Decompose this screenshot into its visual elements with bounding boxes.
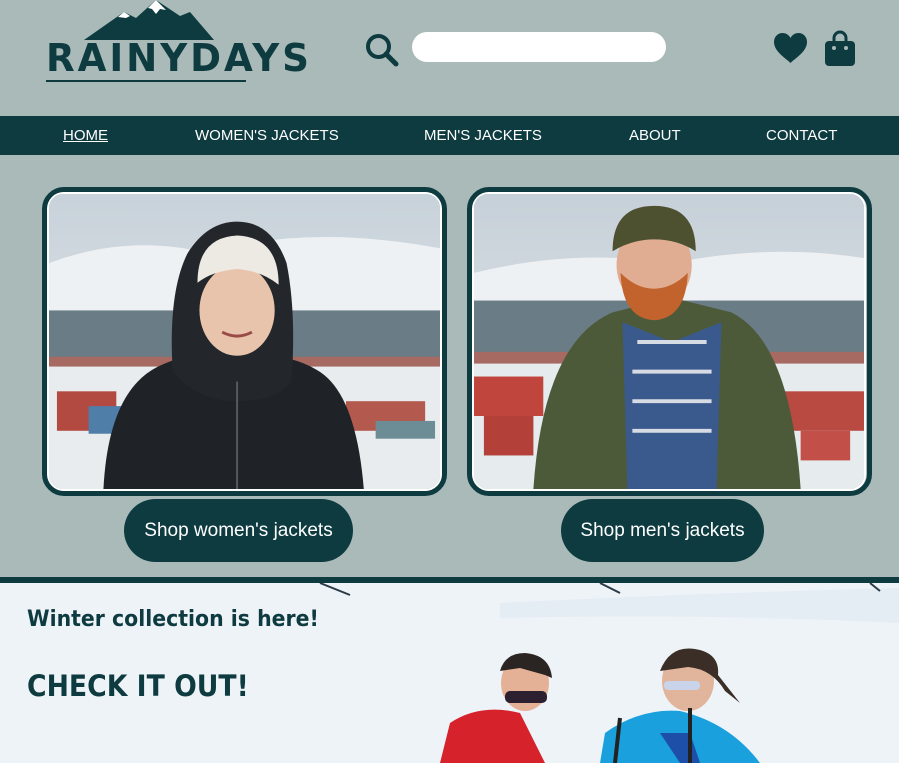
mens-jackets-card[interactable]: [467, 187, 872, 496]
brand-logo[interactable]: RAINYDAYS: [44, 0, 309, 86]
nav-item-mens-jackets[interactable]: MEN'S JACKETS: [424, 127, 542, 144]
shop-womens-jackets-button[interactable]: Shop women's jackets: [124, 499, 353, 562]
search-icon[interactable]: [364, 32, 400, 68]
heart-icon[interactable]: [773, 32, 808, 64]
winter-collection-hero[interactable]: Winter collection is here! CHECK IT OUT!: [0, 583, 899, 763]
nav-item-contact[interactable]: CONTACT: [766, 127, 837, 144]
hero-subtitle: Winter collection is here!: [27, 607, 319, 632]
nav-item-womens-jackets[interactable]: WOMEN'S JACKETS: [195, 127, 339, 144]
womens-jacket-photo: [47, 192, 442, 491]
logo-underline: [46, 80, 246, 82]
search-input[interactable]: [412, 32, 666, 62]
shopping-bag-icon[interactable]: [825, 30, 855, 66]
womens-jackets-card[interactable]: [42, 187, 447, 496]
mountain-icon: [84, 0, 214, 40]
site-header: RAINYDAYS: [0, 0, 899, 116]
brand-name: RAINYDAYS: [46, 36, 312, 80]
main-nav: HOME WOMEN'S JACKETS MEN'S JACKETS ABOUT…: [0, 116, 899, 155]
shop-mens-jackets-button[interactable]: Shop men's jackets: [561, 499, 764, 562]
hero-title: CHECK IT OUT!: [27, 669, 249, 703]
nav-item-home[interactable]: HOME: [63, 127, 108, 144]
nav-item-about[interactable]: ABOUT: [629, 127, 681, 144]
mens-jacket-photo: [472, 192, 866, 491]
